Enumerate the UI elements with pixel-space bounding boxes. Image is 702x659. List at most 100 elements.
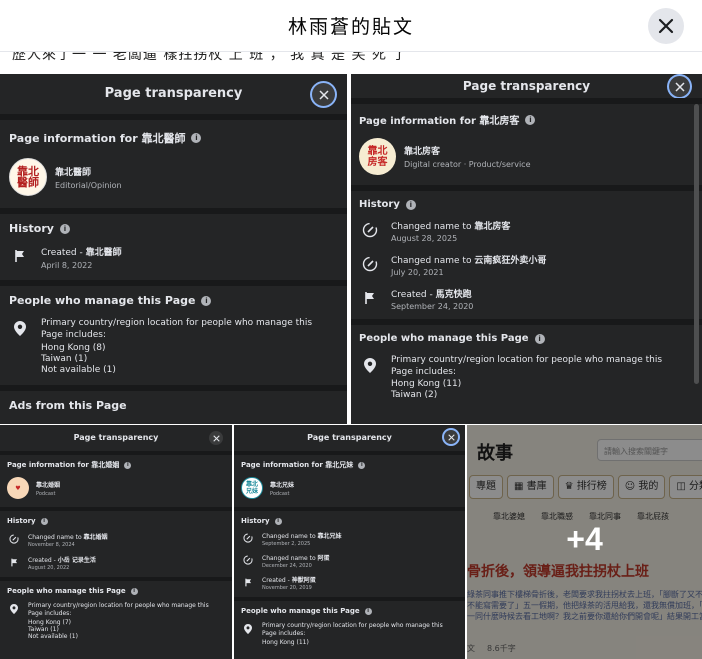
manage-description: Primary country/region location for peop… <box>41 318 313 340</box>
page-name[interactable]: 靠北婚姻 <box>36 480 60 489</box>
flag-icon <box>7 555 21 569</box>
transparency-title: Page transparency <box>73 433 159 442</box>
history-prefix: Changed name to <box>28 534 84 541</box>
flag-icon <box>359 287 381 309</box>
manage-section: People who manage this Page i Primary co… <box>234 597 465 654</box>
info-icon[interactable]: i <box>405 199 416 210</box>
history-item: Changed name to 阿蛋 December 24, 2020 <box>241 553 458 569</box>
location-item: Hong Kong (11) <box>262 639 309 646</box>
history-prefix: Changed name to <box>262 555 318 562</box>
screenshot-tile-1[interactable]: Page transparency Page information for 靠… <box>0 74 347 424</box>
location-item: Taiwan (2) <box>391 390 438 400</box>
rename-icon <box>7 532 21 546</box>
screenshot-tile-3[interactable]: Page transparency Page information for 靠… <box>0 425 232 659</box>
page-avatar[interactable]: 靠北 兄妹 <box>241 477 263 499</box>
history-prefix: Created - <box>391 290 436 300</box>
screenshot-tile-5[interactable]: 故事 請輸入搜索關鍵字 專題 ▦ 書庫 ♛ 排行榜 ☺ 我的 ◫ 分類 靠北婆媳… <box>467 425 702 659</box>
transparency-close-button[interactable] <box>444 430 458 444</box>
transparency-title: Page transparency <box>104 86 243 101</box>
history-date: August 20, 2022 <box>28 565 70 571</box>
info-icon[interactable]: i <box>124 461 132 469</box>
page-avatar[interactable]: ♥ <box>7 477 29 499</box>
page-info-section: Page information for 靠北兄妹 i 靠北 兄妹 靠北兄妹 Po… <box>234 451 465 507</box>
history-prefix: Changed name to <box>391 256 475 266</box>
location-pin-icon <box>9 317 31 339</box>
screenshot-tile-4[interactable]: Page transparency Page information for 靠… <box>234 425 465 659</box>
info-icon[interactable]: i <box>525 114 536 125</box>
info-icon[interactable]: i <box>274 517 282 525</box>
info-icon[interactable]: i <box>130 587 138 595</box>
manage-title: People who manage this Page <box>359 333 529 344</box>
page-info-title: Page information for 靠北房客 <box>359 116 520 127</box>
close-icon <box>674 81 685 92</box>
dialog-title: 林雨蒼的貼文 <box>287 16 414 38</box>
close-icon <box>658 18 674 34</box>
flag-icon <box>9 245 31 267</box>
history-date: April 8, 2022 <box>41 261 93 270</box>
history-item: Created - 靠北醫師 April 8, 2022 <box>9 245 338 270</box>
ads-title: Ads from this Page <box>9 399 127 412</box>
page-info-section: Page information for 靠北房客 i 靠北 房客 靠北房客 Di… <box>351 98 702 185</box>
rename-icon <box>241 553 255 567</box>
page-name[interactable]: 靠北兄妹 <box>270 480 294 489</box>
transparency-close-button[interactable] <box>312 83 335 106</box>
transparency-title: Page transparency <box>307 433 392 442</box>
history-name: 阿蛋 <box>317 555 330 562</box>
info-icon[interactable]: i <box>364 607 372 615</box>
manage-title: People who manage this Page <box>7 587 126 595</box>
history-title: History <box>7 517 36 525</box>
page-category: Podcast <box>36 490 56 497</box>
dialog-header: 林雨蒼的貼文 <box>0 0 702 52</box>
post-text-strip: 歷人來了一 一 老闆逼 樣拄拐杖 上 班 ， 我 真 是 笑 死 了 <box>0 52 702 74</box>
page-info-section: Page information for 靠北婚姻 i ♥ 靠北婚姻 Podca… <box>0 451 232 507</box>
manage-description: Primary country/region location for peop… <box>262 622 443 637</box>
scrollbar[interactable] <box>694 104 699 384</box>
page-avatar[interactable]: 靠北 醫師 <box>9 158 47 196</box>
transparency-header: Page transparency <box>351 74 702 98</box>
info-icon[interactable]: i <box>201 295 212 306</box>
page-avatar[interactable]: 靠北 房客 <box>359 138 396 175</box>
history-item: Changed name to 靠北兄妹 September 2, 2025 <box>241 531 458 547</box>
flag-icon <box>241 575 255 589</box>
dialog-close-button[interactable] <box>648 8 684 44</box>
info-icon[interactable]: i <box>358 461 366 469</box>
history-title: History <box>9 222 54 235</box>
close-icon <box>318 89 329 100</box>
info-icon[interactable]: i <box>40 517 48 525</box>
history-section: History i Changed name to 靠北婚姻 November … <box>0 507 232 577</box>
page-info-section: Page information for 靠北醫師 i 靠北 醫師 靠北醫師 Ed… <box>0 114 347 208</box>
transparency-header: Page transparency <box>0 74 347 114</box>
history-name: 馬克快跑 <box>435 290 472 300</box>
location-pin-icon <box>241 622 255 636</box>
screenshot-tile-2[interactable]: Page transparency Page information for 靠… <box>351 74 702 424</box>
transparency-close-button[interactable] <box>669 76 690 97</box>
more-photos-count: +4 <box>566 520 603 557</box>
history-prefix: Created - <box>28 557 58 564</box>
page-info-title: Page information for 靠北兄妹 <box>241 461 354 469</box>
location-item: Hong Kong (11) <box>391 379 462 389</box>
transparency-close-button[interactable] <box>209 431 223 445</box>
info-icon[interactable]: i <box>191 133 202 143</box>
location-pin-icon <box>359 354 381 376</box>
history-prefix: Changed name to <box>262 533 318 540</box>
location-item: Not available (1) <box>28 633 78 640</box>
history-date: August 28, 2025 <box>391 234 458 243</box>
history-name: 小岳 记录生活 <box>57 557 96 564</box>
info-icon[interactable]: i <box>59 223 70 234</box>
location-pin-icon <box>7 602 21 616</box>
history-section: History i Changed name to 靠北兄妹 September… <box>234 507 465 597</box>
info-icon[interactable]: i <box>534 333 545 344</box>
history-item: Created - 神獸阿蛋 November 20, 2019 <box>241 575 458 591</box>
history-name: 云南疯狂外卖小哥 <box>474 256 547 266</box>
more-photos-overlay[interactable]: +4 <box>467 425 702 659</box>
location-item: Taiwan (1) <box>41 354 88 364</box>
manage-description: Primary country/region location for peop… <box>28 602 209 617</box>
history-name: 靠北醫師 <box>85 248 122 258</box>
transparency-header: Page transparency <box>234 425 465 451</box>
page-name[interactable]: 靠北房客 <box>404 144 531 157</box>
history-section: History i Changed name to 靠北房客 August 28… <box>351 185 702 319</box>
page-name[interactable]: 靠北醫師 <box>55 165 122 178</box>
page-category: Digital creator · Product/service <box>404 160 531 169</box>
rename-icon <box>359 253 381 275</box>
history-item: Changed name to 云南疯狂外卖小哥 July 20, 2021 <box>359 253 694 277</box>
